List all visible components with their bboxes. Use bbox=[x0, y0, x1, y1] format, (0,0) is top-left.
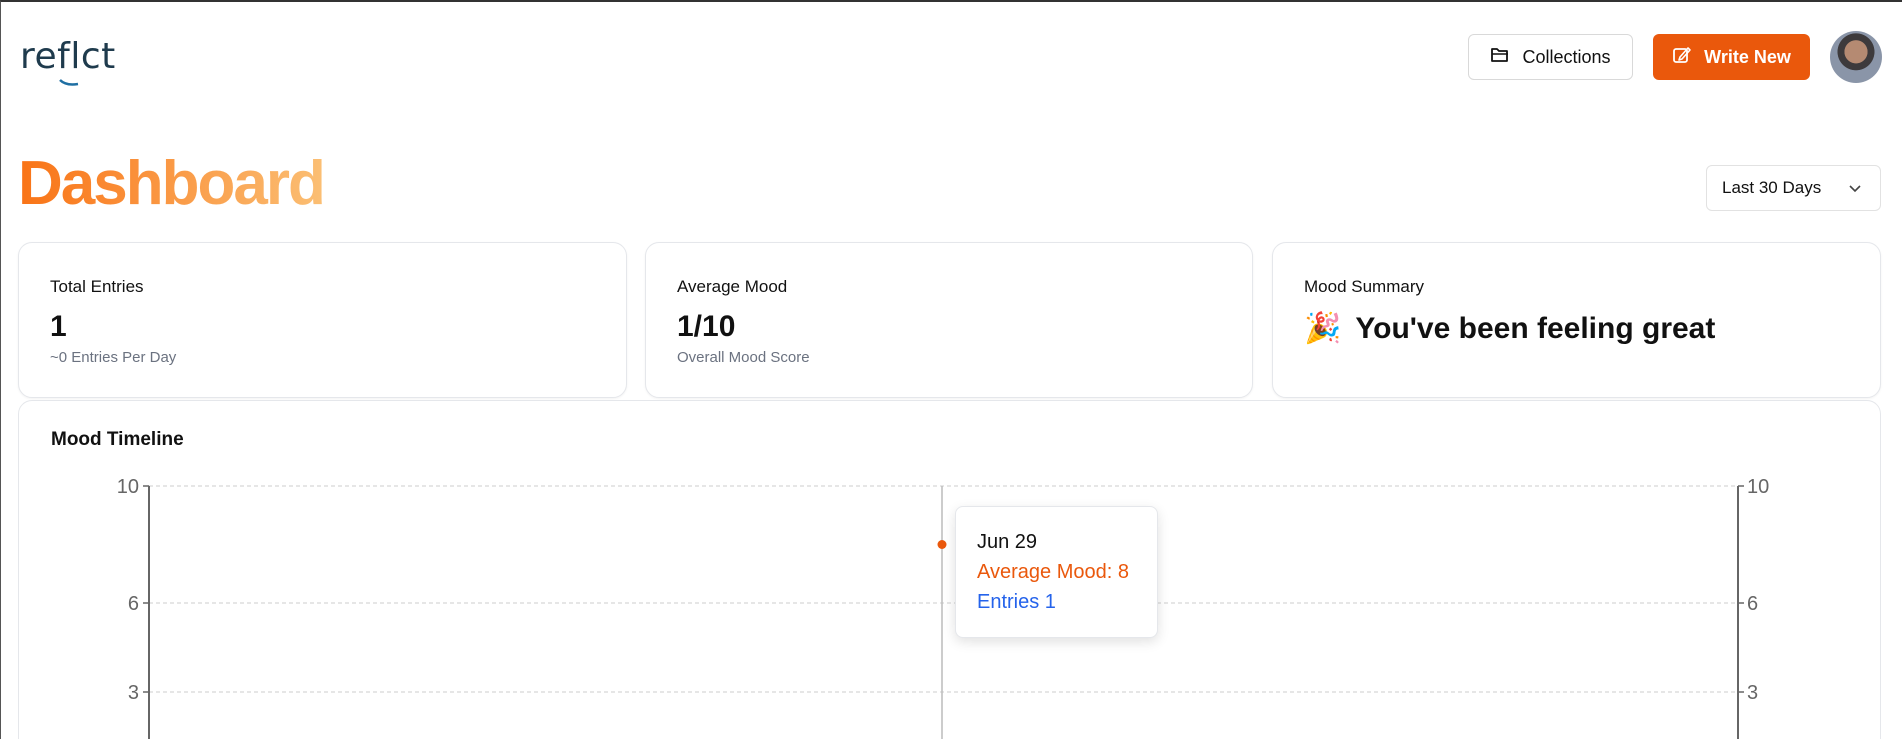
right-tick-label: 3 bbox=[1747, 682, 1758, 704]
tooltip-average-mood: Average Mood: 8 bbox=[977, 561, 1157, 591]
chart-axes bbox=[149, 486, 1738, 739]
left-tick-label: 3 bbox=[128, 682, 139, 704]
mood-timeline-chart[interactable]: 10 6 3 10 6 3 bbox=[0, 0, 1902, 739]
right-tick-label: 6 bbox=[1747, 593, 1758, 615]
tooltip-date: Jun 29 bbox=[977, 531, 1157, 561]
chart-ticks: 10 6 3 10 6 3 bbox=[117, 476, 1770, 704]
left-tick-label: 10 bbox=[117, 476, 139, 498]
chart-grid bbox=[149, 486, 1738, 739]
right-tick-label: 10 bbox=[1747, 476, 1769, 498]
chart-tooltip: Jun 29 Average Mood: 8 Entries 1 bbox=[955, 506, 1158, 638]
tooltip-entries: Entries 1 bbox=[977, 591, 1157, 621]
left-tick-label: 6 bbox=[128, 593, 139, 615]
mood-data-point bbox=[938, 540, 947, 549]
chart-marks bbox=[938, 540, 947, 549]
